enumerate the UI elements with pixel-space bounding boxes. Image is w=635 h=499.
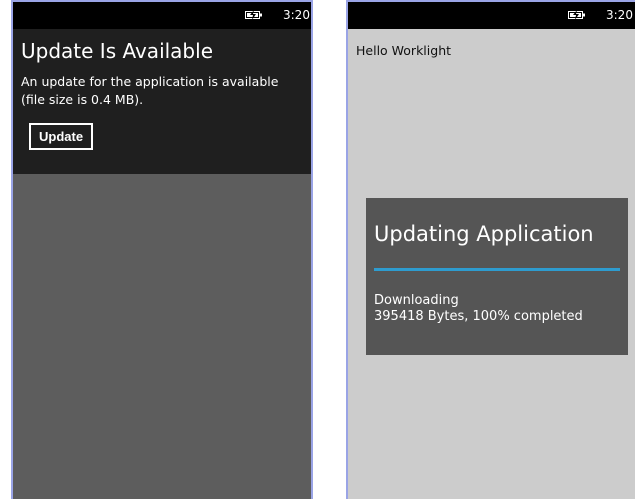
update-available-dialog: Update Is Available An update for the ap… (13, 29, 311, 174)
status-time: 3:20 (606, 8, 633, 22)
download-status: Downloading (374, 293, 459, 308)
updating-dialog-title: Updating Application (374, 222, 594, 246)
app-content: Hello Worklight Updating Application Dow… (348, 29, 635, 499)
dialog-message: An update for the application is availab… (21, 74, 279, 107)
download-detail: 395418 Bytes, 100% completed (374, 309, 583, 324)
right-phone-screen: 3:20 Hello Worklight Updating Applicatio… (346, 0, 635, 499)
updating-dialog: Updating Application Downloading 395418 … (366, 198, 628, 355)
status-bar: 3:20 (13, 2, 311, 29)
app-content-text: Hello Worklight (356, 43, 452, 58)
status-time: 3:20 (283, 8, 310, 22)
status-bar: 3:20 (348, 2, 635, 29)
battery-charging-icon (568, 10, 585, 20)
battery-charging-icon (245, 10, 262, 20)
progress-bar (374, 268, 620, 271)
dialog-title: Update Is Available (21, 39, 213, 63)
update-button[interactable]: Update (29, 123, 94, 150)
left-phone-screen: 3:20 Update Is Available An update for t… (11, 0, 313, 499)
